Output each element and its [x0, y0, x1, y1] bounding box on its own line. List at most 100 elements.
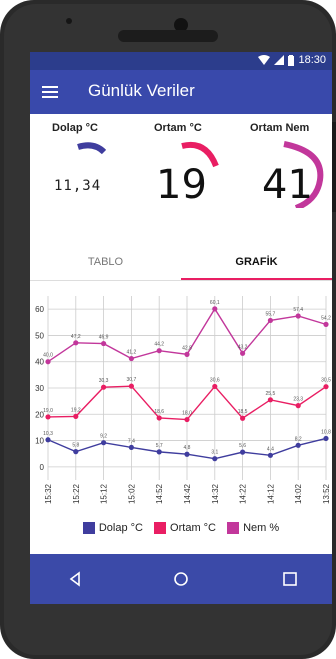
data-label: 18,6 — [154, 409, 164, 415]
data-label: 30,3 — [99, 378, 109, 384]
legend-swatch-dolap — [82, 522, 95, 534]
data-point — [73, 340, 79, 346]
x-tick-label: 14:12 — [266, 483, 275, 504]
data-point — [101, 440, 107, 446]
earpiece-speaker — [118, 30, 218, 42]
x-tick-label: 14:32 — [211, 483, 220, 504]
data-label: 42,8 — [182, 345, 192, 351]
data-label: 3,1 — [211, 450, 218, 456]
data-label: 5,7 — [156, 443, 163, 449]
data-point — [267, 452, 273, 458]
active-tab-indicator — [181, 278, 332, 280]
data-label: 23,3 — [293, 397, 303, 403]
data-point — [128, 355, 134, 362]
legend-label-nem: Nem % — [243, 522, 280, 534]
data-label: 9,2 — [100, 434, 107, 440]
status-bar: 18:30 — [30, 52, 332, 70]
data-label: 5,8 — [72, 443, 79, 449]
data-label: 18,5 — [238, 409, 248, 415]
data-point — [267, 317, 273, 324]
status-icons: 18:30 — [258, 54, 326, 66]
data-point — [323, 435, 329, 442]
data-label: 10,8 — [321, 429, 331, 435]
data-label: 18,0 — [182, 411, 192, 417]
data-point — [45, 437, 51, 443]
data-point — [156, 348, 162, 354]
chart-legend: Dolap °C Ortam °C Nem % — [30, 522, 332, 542]
x-tick-label: 14:52 — [155, 483, 164, 504]
chart-svg: 010203040506015:32 15:22 15:12 15:02 14:52 14… — [35, 296, 331, 504]
gauge-label-ortam: Ortam °C — [154, 122, 202, 134]
x-tick-label: 15:02 — [127, 483, 136, 504]
data-point — [101, 340, 107, 347]
data-label: 7,4 — [128, 438, 135, 444]
data-point — [73, 413, 79, 419]
data-label: 25,5 — [266, 391, 276, 397]
app-title: Günlük Veriler — [88, 81, 195, 100]
data-point — [184, 351, 190, 357]
data-label: 57,4 — [293, 307, 303, 313]
phone-frame: 18:30 Günlük Veriler Dolap °C Ortam °C O… — [0, 0, 336, 659]
back-icon[interactable] — [64, 568, 88, 590]
data-label: 30,7 — [127, 377, 137, 383]
screen: 18:30 Günlük Veriler Dolap °C Ortam °C O… — [30, 52, 332, 604]
sensor-dot — [66, 18, 72, 24]
wifi-icon — [258, 55, 271, 65]
data-point — [212, 383, 218, 390]
recents-icon[interactable] — [278, 568, 302, 590]
data-point — [128, 383, 134, 389]
data-label: 19,0 — [43, 408, 53, 414]
data-point — [295, 442, 301, 448]
y-tick-label: 0 — [40, 463, 45, 472]
data-label: 41,2 — [127, 350, 137, 356]
data-point — [156, 449, 162, 455]
data-label: 60,1 — [210, 300, 220, 306]
data-label: 55,7 — [266, 311, 276, 317]
data-point — [156, 415, 162, 421]
home-icon[interactable] — [169, 568, 193, 590]
legend-swatch-ortam — [154, 522, 167, 534]
data-point — [295, 403, 301, 409]
line-chart: 0 10 20 30 40 50 60 15:32 15:22 15:12 15:02 14:52 14… — [30, 290, 332, 530]
data-label: 4,4 — [267, 446, 274, 452]
x-tick-label: 14:42 — [183, 483, 192, 504]
status-time: 18:30 — [298, 54, 326, 66]
side-button — [332, 122, 336, 212]
data-label: 10,3 — [43, 431, 53, 437]
x-tick-label: 14:02 — [294, 483, 303, 504]
tab-bar: TABLO GRAFİK — [30, 244, 332, 281]
data-point — [240, 350, 246, 356]
hamburger-menu-icon[interactable] — [42, 86, 58, 98]
data-point — [73, 449, 79, 455]
data-label: 4,8 — [184, 445, 191, 451]
y-tick-label: 10 — [35, 437, 44, 446]
legend-label-dolap: Dolap °C — [98, 522, 143, 534]
data-label: 5,6 — [239, 443, 246, 449]
data-point — [323, 321, 329, 327]
data-point — [295, 313, 301, 319]
y-tick-label: 60 — [35, 305, 44, 314]
y-tick-label: 40 — [35, 358, 44, 367]
signal-icon — [274, 55, 285, 65]
data-point — [184, 416, 190, 423]
data-point — [240, 449, 246, 455]
tab-grafik[interactable]: GRAFİK — [181, 244, 332, 280]
system-nav-bar — [30, 554, 332, 604]
data-point — [212, 306, 218, 312]
data-point — [323, 384, 329, 390]
data-point — [184, 451, 190, 457]
tab-tablo[interactable]: TABLO — [30, 244, 181, 280]
data-point — [212, 456, 218, 462]
data-label: 46,9 — [99, 335, 109, 341]
data-point — [45, 359, 51, 365]
legend-label-ortam: Ortam °C — [170, 522, 217, 534]
gauge-label-nem: Ortam Nem — [250, 122, 310, 134]
gauge-value-nem: 41 — [262, 162, 313, 208]
data-label: 30,6 — [210, 377, 220, 383]
x-tick-label: 15:22 — [72, 483, 81, 504]
data-label: 40,0 — [43, 353, 53, 359]
data-point — [45, 414, 51, 420]
data-label: 19,2 — [71, 407, 81, 413]
data-label: 44,2 — [154, 342, 164, 348]
gauge-label-dolap: Dolap °C — [52, 122, 98, 134]
